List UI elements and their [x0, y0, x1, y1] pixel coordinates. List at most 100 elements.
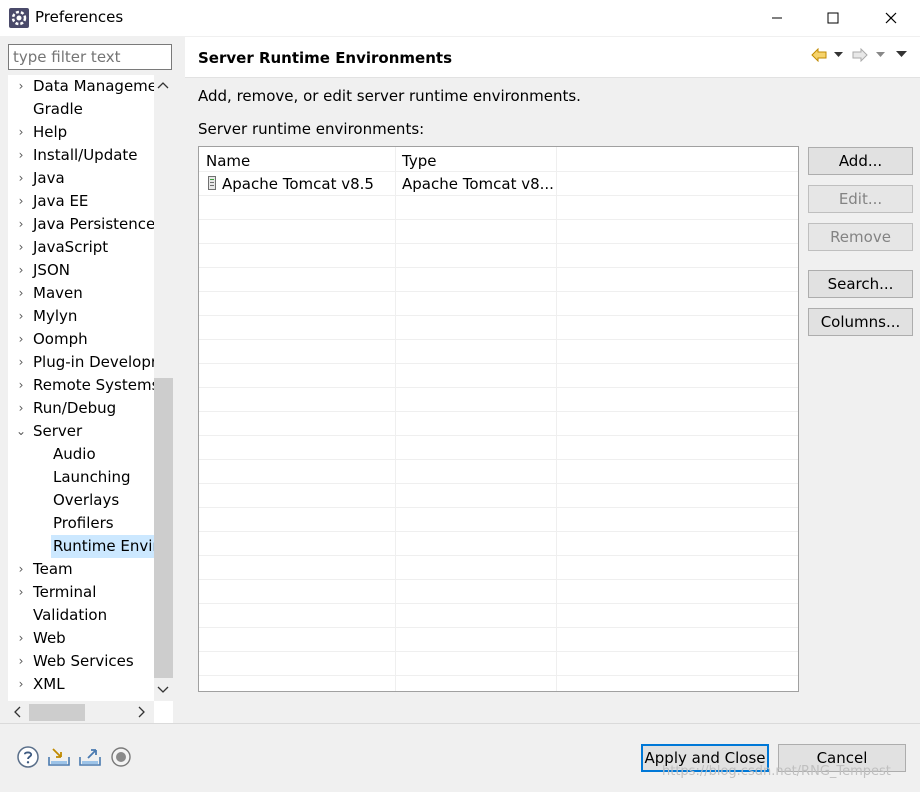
columns-button[interactable]: Columns...	[808, 308, 913, 336]
column-header-name[interactable]: Name	[206, 152, 250, 170]
minimize-button[interactable]	[754, 0, 800, 36]
collapsed-chevron-icon[interactable]: ›	[14, 190, 28, 213]
row-divider	[199, 195, 798, 196]
row-divider	[199, 315, 798, 316]
help-icon[interactable]	[16, 745, 40, 769]
back-menu-chevron-icon[interactable]	[834, 52, 843, 58]
collapsed-chevron-icon[interactable]: ›	[14, 259, 28, 282]
collapsed-chevron-icon[interactable]: ›	[14, 374, 28, 397]
row-divider	[199, 651, 798, 652]
tree-item[interactable]: › Help	[8, 121, 154, 144]
row-divider	[199, 339, 798, 340]
table-row[interactable]: Apache Tomcat v8.5 Apache Tomcat v8...	[199, 172, 798, 195]
collapsed-chevron-icon[interactable]: ›	[14, 627, 28, 650]
tree-item[interactable]: Gradle	[8, 98, 154, 121]
tree-item[interactable]: Overlays	[8, 489, 154, 512]
scroll-up-icon[interactable]	[157, 80, 169, 90]
collapsed-chevron-icon[interactable]: ›	[14, 144, 28, 167]
tree-vertical-scroll-thumb[interactable]	[154, 378, 173, 678]
collapsed-chevron-icon[interactable]: ›	[14, 213, 28, 236]
export-preferences-icon[interactable]	[78, 745, 102, 769]
tree-item[interactable]: ⌄ Server	[8, 420, 154, 443]
row-divider	[199, 267, 798, 268]
row-divider	[199, 243, 798, 244]
column-header-type[interactable]: Type	[402, 152, 436, 170]
scroll-right-icon[interactable]	[137, 706, 147, 718]
tree-item[interactable]: › Maven	[8, 282, 154, 305]
row-divider	[199, 675, 798, 676]
add-button[interactable]: Add...	[808, 147, 913, 175]
runtime-table[interactable]: Name Type Apache Tomcat v8.5 Apache Tomc…	[198, 146, 799, 692]
maximize-button[interactable]	[810, 0, 856, 36]
row-divider	[199, 531, 798, 532]
tree-item[interactable]: Audio	[8, 443, 154, 466]
collapsed-chevron-icon[interactable]: ›	[14, 558, 28, 581]
remove-button[interactable]: Remove	[808, 223, 913, 251]
tree-item[interactable]: › JSON	[8, 259, 154, 282]
collapsed-chevron-icon[interactable]: ›	[14, 328, 28, 351]
tree-item[interactable]: › Web	[8, 627, 154, 650]
tree-item-label: JSON	[33, 261, 70, 279]
collapsed-chevron-icon[interactable]: ›	[14, 236, 28, 259]
tree-item[interactable]: › Plug-in Developr	[8, 351, 154, 374]
tree-item[interactable]: › Java Persistence	[8, 213, 154, 236]
tree-item[interactable]: Launching	[8, 466, 154, 489]
tree-item[interactable]: › Oomph	[8, 328, 154, 351]
tree-item-label: Mylyn	[33, 307, 78, 325]
tree-item[interactable]: › JavaScript	[8, 236, 154, 259]
row-divider	[199, 483, 798, 484]
watermark: https://blog.csdn.net/RNG_Tempest	[662, 764, 891, 779]
scroll-down-icon[interactable]	[157, 685, 169, 695]
collapsed-chevron-icon[interactable]: ›	[14, 673, 28, 696]
tree-item[interactable]: Runtime Envir	[8, 535, 154, 558]
tree-item[interactable]: › Terminal	[8, 581, 154, 604]
tree-horizontal-scroll-thumb[interactable]	[29, 704, 85, 721]
import-preferences-icon[interactable]	[47, 745, 71, 769]
tree-item-label: Terminal	[33, 583, 97, 601]
filter-input[interactable]	[8, 44, 172, 70]
tree-item[interactable]: › Data Manageme	[8, 75, 154, 98]
tree-item-label: Remote Systems	[33, 376, 154, 394]
back-arrow-icon[interactable]	[811, 48, 827, 62]
collapsed-chevron-icon[interactable]: ›	[14, 351, 28, 374]
row-divider	[199, 627, 798, 628]
collapsed-chevron-icon[interactable]: ›	[14, 282, 28, 305]
tree-item[interactable]: › Remote Systems	[8, 374, 154, 397]
tree-item-label: Validation	[33, 606, 108, 624]
view-menu-icon[interactable]	[896, 51, 907, 58]
tree-item-label: Run/Debug	[33, 399, 117, 417]
tree-item[interactable]: › Run/Debug	[8, 397, 154, 420]
collapsed-chevron-icon[interactable]: ›	[14, 75, 28, 98]
tree-item-label: Maven	[33, 284, 83, 302]
collapsed-chevron-icon[interactable]: ›	[14, 650, 28, 673]
tree-item[interactable]: › Team	[8, 558, 154, 581]
forward-arrow-icon[interactable]	[852, 48, 868, 62]
runtime-name-cell: Apache Tomcat v8.5	[222, 175, 374, 193]
forward-menu-chevron-icon[interactable]	[876, 52, 885, 58]
tree-item[interactable]: › Java EE	[8, 190, 154, 213]
tree-item[interactable]: › XML	[8, 673, 154, 696]
edit-button[interactable]: Edit...	[808, 185, 913, 213]
collapsed-chevron-icon[interactable]: ›	[14, 305, 28, 328]
tree-item[interactable]: Profilers	[8, 512, 154, 535]
expanded-chevron-icon[interactable]: ⌄	[14, 420, 28, 443]
server-runtime-icon	[208, 176, 216, 190]
tree-item[interactable]: Validation	[8, 604, 154, 627]
tree-item[interactable]: › Mylyn	[8, 305, 154, 328]
collapsed-chevron-icon[interactable]: ›	[14, 397, 28, 420]
row-divider	[199, 555, 798, 556]
collapsed-chevron-icon[interactable]: ›	[14, 581, 28, 604]
row-divider	[199, 579, 798, 580]
collapsed-chevron-icon[interactable]: ›	[14, 121, 28, 144]
collapsed-chevron-icon[interactable]: ›	[14, 167, 28, 190]
runtime-list-label: Server runtime environments:	[198, 120, 425, 138]
tree-item[interactable]: › Web Services	[8, 650, 154, 673]
close-button[interactable]	[868, 0, 914, 36]
tree-item[interactable]: › Install/Update	[8, 144, 154, 167]
search-button[interactable]: Search...	[808, 270, 913, 298]
record-icon[interactable]	[109, 745, 133, 769]
tree-item[interactable]: › Java	[8, 167, 154, 190]
scroll-left-icon[interactable]	[12, 706, 22, 718]
tree-item-label: Overlays	[53, 491, 120, 509]
row-divider	[199, 219, 798, 220]
